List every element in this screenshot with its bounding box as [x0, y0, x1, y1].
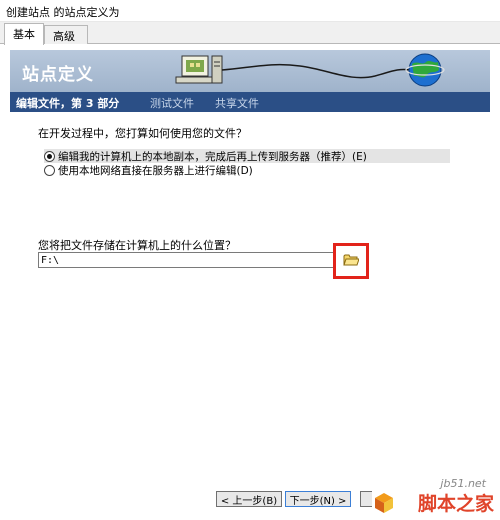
network-illustration-icon — [175, 53, 445, 87]
step-test-files: 测试文件 — [150, 97, 194, 110]
option-edit-local-copy[interactable]: 编辑我的计算机上的本地副本，完成后再上传到服务器（推荐）(E) — [44, 149, 450, 163]
window-title: 创建站点 的站点定义为 — [6, 6, 120, 19]
watermark-name: 脚本之家 — [417, 493, 494, 515]
tab-advanced[interactable]: 高级 — [44, 25, 88, 44]
option-label: 使用本地网络直接在服务器上进行编辑(D) — [58, 164, 253, 177]
location-question: 您将把文件存储在计算机上的什么位置？ — [38, 239, 236, 252]
tab-strip: 基本 高级 — [0, 22, 500, 45]
option-edit-on-server[interactable]: 使用本地网络直接在服务器上进行编辑(D) — [44, 163, 253, 177]
title-bar: 创建站点 的站点定义为 — [0, 0, 500, 22]
browse-folder-button[interactable] — [338, 249, 364, 271]
radio-button-unchecked[interactable] — [44, 164, 55, 176]
next-button[interactable]: 下一步(N) > — [285, 491, 351, 507]
watermark-logo-icon — [375, 493, 393, 513]
wizard-step-bar: 编辑文件，第 3 部分 测试文件 共享文件 — [10, 92, 490, 112]
back-button[interactable]: < 上一步(B) — [216, 491, 282, 507]
local-path-input[interactable] — [38, 252, 334, 268]
usage-question: 在开发过程中，您打算如何使用您的文件？ — [38, 127, 247, 140]
radio-button-checked[interactable] — [44, 150, 55, 162]
wizard-panel: 站点定义 编辑文件，第 3 部分 测试文件 共享文件 在开发过程中，您打算如何使… — [0, 44, 500, 520]
step-share-files: 共享文件 — [215, 97, 259, 110]
wizard-banner: 站点定义 — [10, 50, 490, 92]
option-label: 编辑我的计算机上的本地副本，完成后再上传到服务器（推荐）(E) — [58, 150, 367, 163]
partial-button[interactable] — [360, 491, 372, 507]
banner-title: 站点定义 — [22, 65, 94, 85]
folder-icon — [343, 254, 359, 266]
tab-basic[interactable]: 基本 — [4, 23, 44, 45]
watermark: jb51.net 脚本之家 — [374, 466, 494, 516]
step-current: 编辑文件，第 3 部分 — [16, 97, 120, 110]
